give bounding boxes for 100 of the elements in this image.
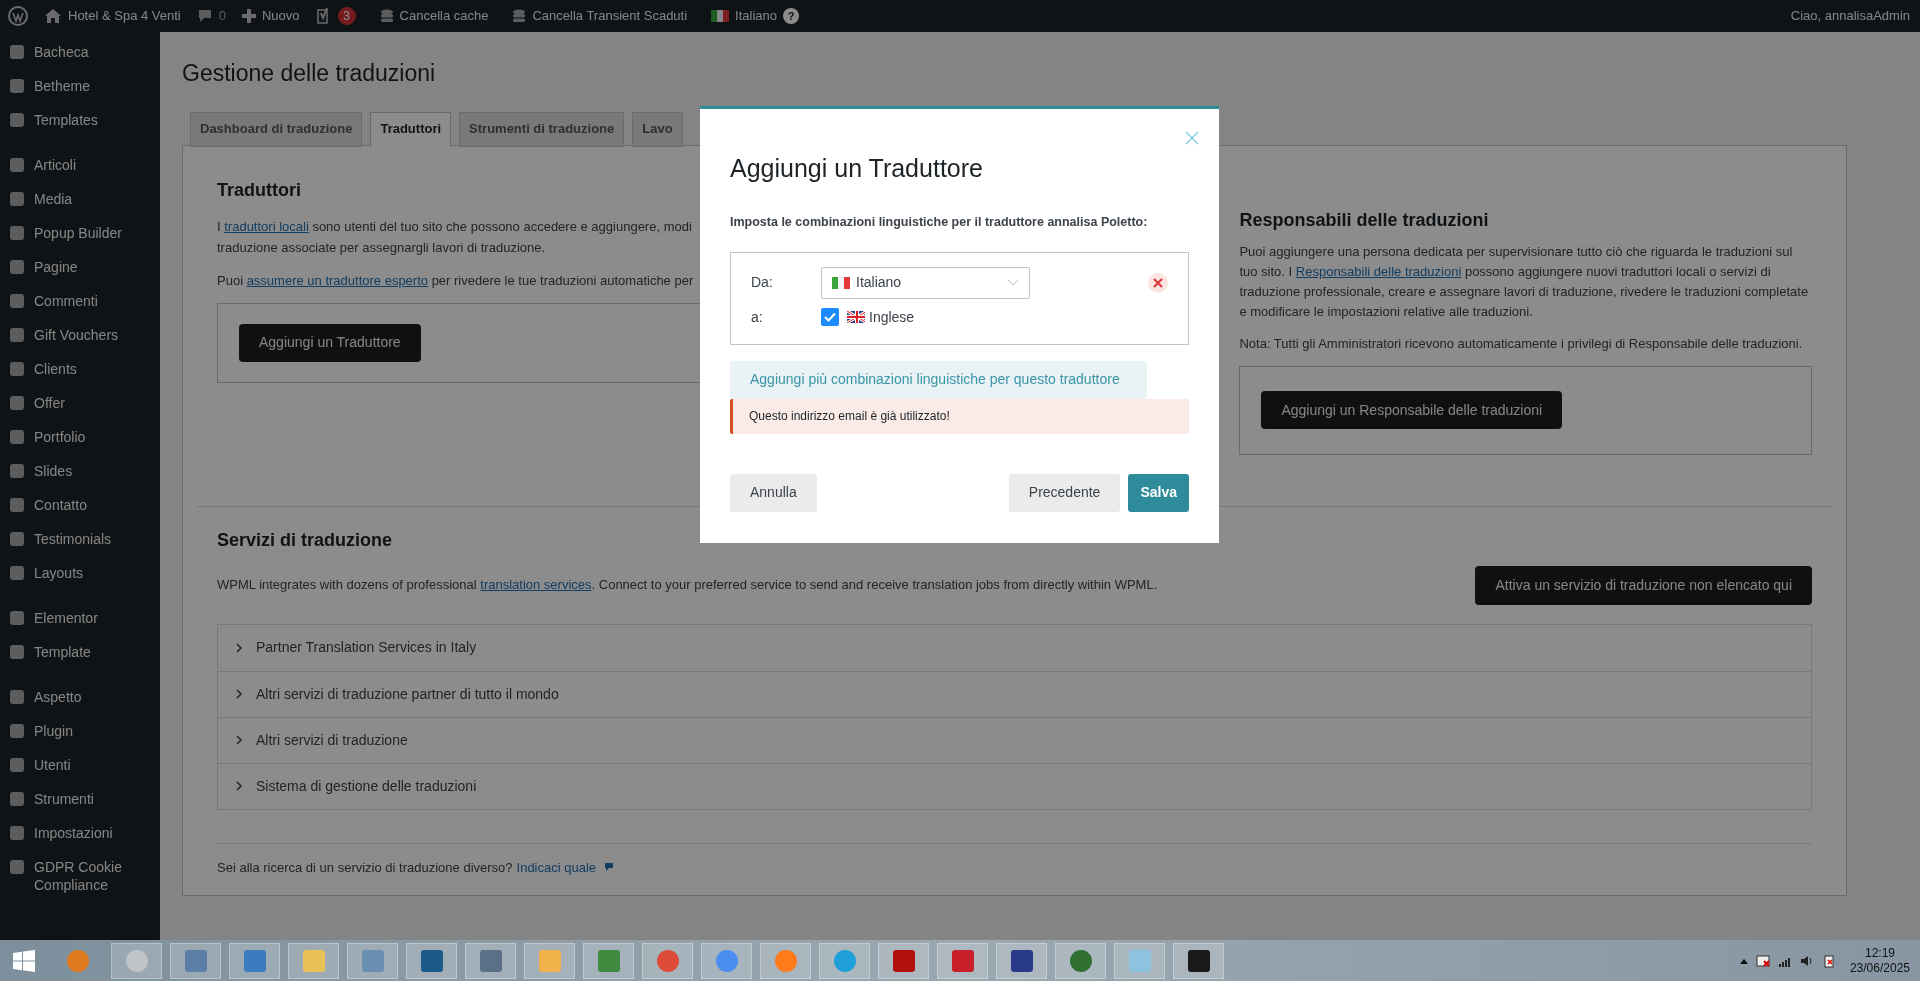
save-button[interactable]: Salva [1128,473,1189,512]
text-link[interactable]: traduttori locali [224,218,309,234]
sidebar-item[interactable]: Gift Vouchers [0,318,160,352]
accordion-row[interactable]: Sistema di gestione delle traduzioni [218,762,1811,809]
sidebar-item[interactable]: Offer [0,386,160,420]
square-icon [8,258,26,276]
taskbar-button[interactable] [996,942,1047,979]
sidebar-item[interactable]: Utenti [0,748,160,782]
checkmark-icon [824,312,836,323]
page-title: Gestione delle traduzioni [182,59,437,88]
user-greeting[interactable]: Ciao, annalisaAdmin [1780,6,1920,26]
sidebar-item[interactable]: Aspetto [0,680,160,714]
sidebar-item[interactable]: Media [0,182,160,216]
add-language-pair-button[interactable]: Aggiungi più combinazioni linguistiche per questo traduttore [730,360,1147,399]
database-icon [379,9,394,23]
square-icon [8,326,26,344]
close-icon[interactable] [1185,131,1199,145]
sidebar-item[interactable]: Portfolio [0,420,160,454]
square-icon [8,292,26,310]
help-icon[interactable]: ? [783,8,800,24]
admin-bar-item[interactable]: Cancella Transient Scaduti [504,0,696,32]
modal-title: Aggiungi un Traduttore [730,153,984,183]
tab[interactable]: Traduttori [370,111,452,147]
caret-up-icon [1739,957,1748,964]
square-app-icon [419,948,444,973]
admin-bar-item[interactable]: Cancella cache [371,0,497,32]
text-link[interactable]: Responsabili delle traduzioni [1295,263,1462,279]
accordion-row[interactable]: Partner Translation Services in Italy [218,624,1811,671]
sidebar-item[interactable]: Elementor [0,601,160,635]
sidebar-item[interactable]: GDPR Cookie Compliance [0,850,160,902]
comment-icon [196,8,213,24]
italy-flag-icon [711,10,730,22]
windows-logo-icon [13,949,35,972]
field-label: Da: [751,273,774,293]
square-app-icon [596,948,621,973]
tab[interactable]: Lavo [632,111,683,147]
tab[interactable]: Dashboard di traduzione [190,111,363,147]
tab[interactable]: Strumenti di traduzione [459,111,625,147]
activate-service-button[interactable]: Attiva un servizio di traduzione non elencato qui [1475,565,1812,605]
sidebar-item[interactable]: Betheme [0,69,160,103]
accordion-row[interactable]: Altri servizi di traduzione [218,716,1811,763]
square-icon [8,496,26,514]
sidebar-item[interactable]: Popup Builder [0,216,160,250]
square-icon [8,530,26,548]
square-icon [8,824,26,842]
remove-button[interactable] [1148,272,1168,293]
square-app-icon [360,948,385,973]
square-app-icon [537,948,562,973]
add-manager-button[interactable]: Aggiungi un Responsabile delle traduzioni [1261,391,1563,429]
admin-bar-item[interactable]: Hotel & Spa 4 Venti [36,0,189,32]
sidebar-item[interactable]: Slides [0,454,160,488]
text-link[interactable]: translation services [480,577,592,593]
clock-time: 12:19 [1864,945,1895,961]
square-icon [8,156,26,174]
square-app-icon [478,948,503,973]
square-icon [8,462,26,480]
square-app-icon [301,948,326,973]
language-select[interactable]: Italiano [821,266,1030,299]
error-message: Questo indirizzo email è già utilizzato! [730,398,1189,434]
sidebar-item[interactable]: Templates [0,103,160,137]
sidebar-item[interactable]: Plugin [0,714,160,748]
plus-icon [242,9,256,23]
round-app-icon [773,948,798,973]
square-app-icon [242,948,267,973]
square-icon [8,111,26,129]
sidebar-item[interactable]: Template [0,635,160,669]
sidebar-item[interactable]: Layouts [0,556,160,590]
square-app-icon [183,948,208,973]
sidebar-item[interactable]: Testimonials [0,522,160,556]
square-icon [8,609,26,627]
field-label: a: [751,307,764,327]
back-button[interactable]: Precedente [1008,473,1121,512]
sidebar-item[interactable]: Strumenti [0,782,160,816]
cancel-button[interactable]: Annulla [730,473,817,512]
add-translator-button[interactable]: Aggiungi un Traduttore [239,323,421,362]
taskbar-button[interactable] [1173,942,1224,979]
accordion-row[interactable]: Altri servizi di traduzione partner di tutto il mondo [218,670,1811,717]
admin-bar-item[interactable]: Italiano ? [703,0,808,32]
square-icon [8,564,26,582]
sidebar-item[interactable]: Impostazioni [0,816,160,850]
text-link[interactable]: assumere un traduttore esperto [246,272,429,288]
database-icon [512,9,527,23]
text-link[interactable]: Indicaci quale [516,857,597,877]
admin-bar-item[interactable]: 0 [188,0,234,32]
modal-subtitle: Imposta le combinazioni linguistiche per il traduttore annalisa Poletto: [730,214,1149,231]
paragraph: WPML integrates with dozens of professional translation services. Connect to your preferred service to send and receive translation jobs from directly within WPML. [217,576,1158,595]
sidebar-item[interactable]: Bacheca [0,35,160,69]
sidebar-item[interactable]: Contatto [0,488,160,522]
admin-bar-item[interactable]: Nuovo [234,0,308,32]
admin-bar-item[interactable]: 3 [307,0,364,32]
close-icon [1153,277,1163,288]
round-app-icon [714,948,739,973]
sidebar-item[interactable]: Clients [0,352,160,386]
checkbox[interactable] [821,308,839,327]
sidebar-item[interactable]: Pagine [0,250,160,284]
square-icon [8,43,26,61]
sidebar-item[interactable]: Articoli [0,148,160,182]
sidebar-item[interactable]: Commenti [0,284,160,318]
round-app-icon [1068,948,1093,973]
paragraph-line: Puoi assumere un traduttore esperto per rivedere le tue traduzioni automatiche per [217,271,694,290]
